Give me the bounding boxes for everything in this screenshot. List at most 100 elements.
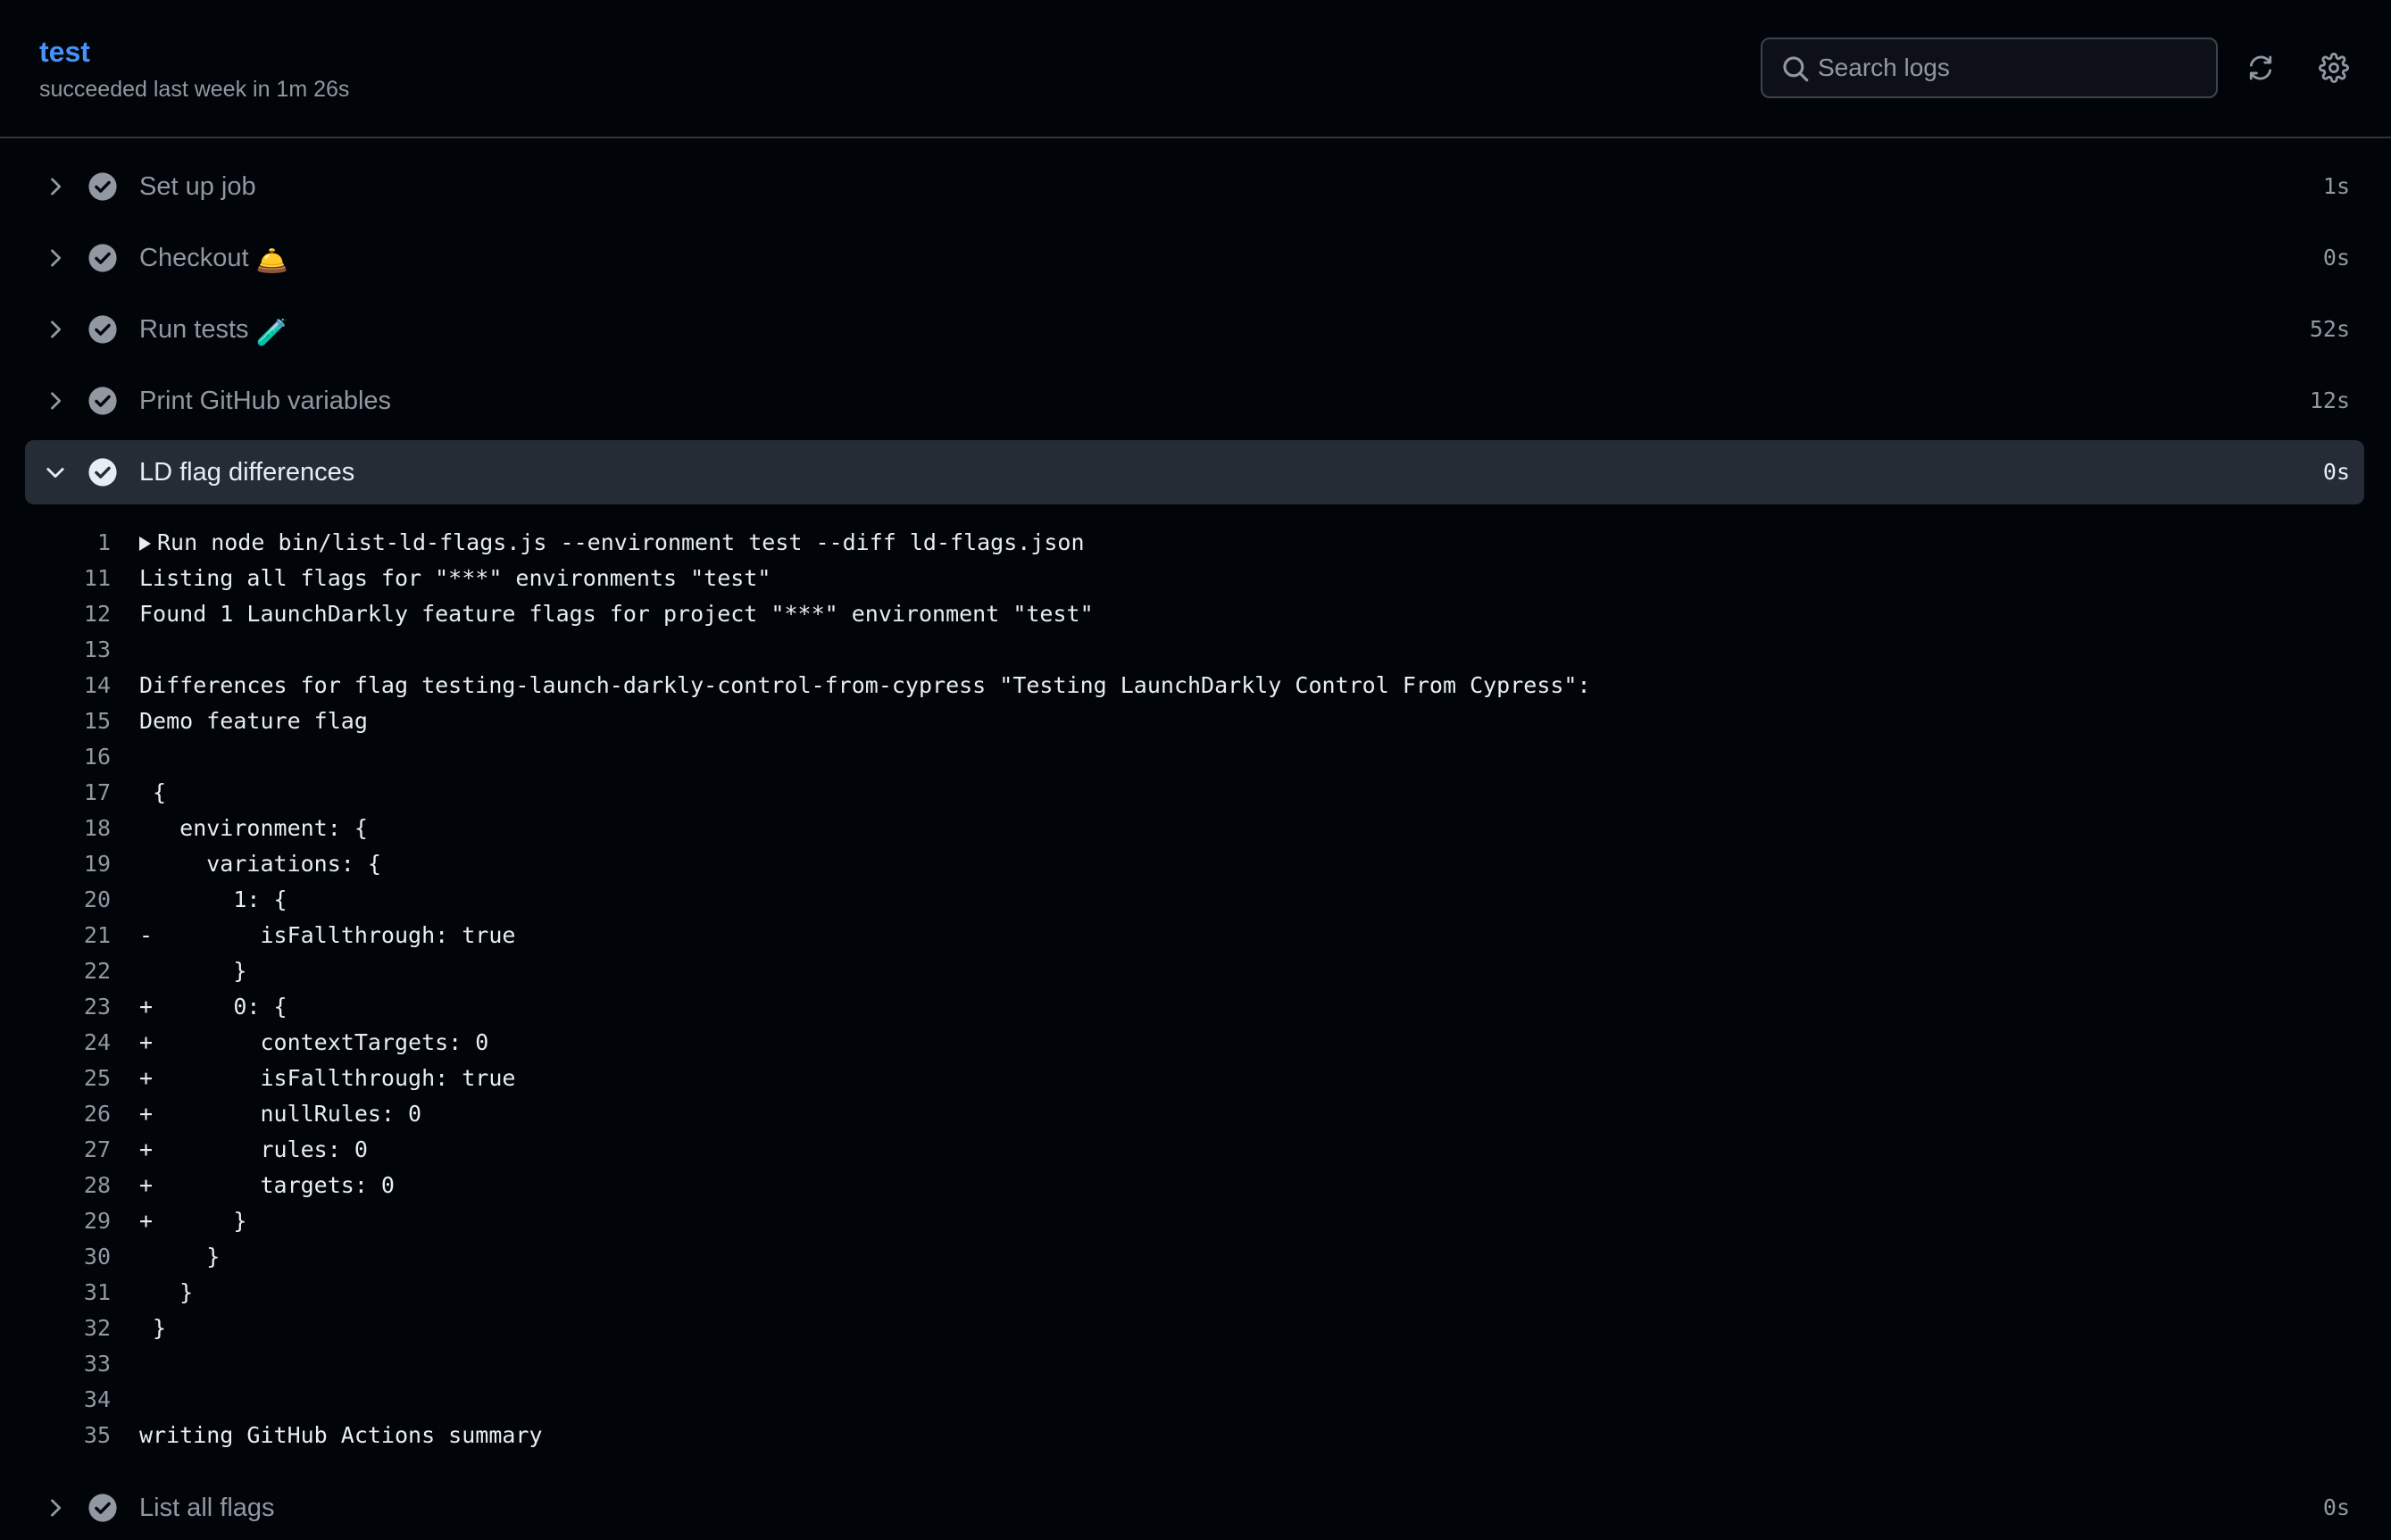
job-status-text: succeeded last week in 1m 26s [39,77,350,102]
log-line-number[interactable]: 35 [0,1418,111,1453]
log-line-content: Found 1 LaunchDarkly feature flags for p… [139,601,1094,627]
log-line-content: + } [139,1208,247,1234]
log-line-content: } [139,958,247,984]
search-logs-input[interactable] [1818,39,2202,96]
bellhop-bell-icon: 🛎️ [255,247,288,276]
log-line-number[interactable]: 13 [0,632,111,668]
log-line-text: + rules: 0 [139,1132,368,1168]
log-line-number[interactable]: 14 [0,668,111,703]
log-line-number[interactable]: 25 [0,1061,111,1096]
log-line-number[interactable]: 30 [0,1239,111,1275]
log-line: 32 } [0,1311,2391,1346]
log-line-content: { [139,779,167,805]
log-line: 18 environment: { [0,811,2391,846]
gear-icon [2319,53,2349,83]
log-line-content: + isFallthrough: true [139,1065,516,1091]
log-line-number[interactable]: 34 [0,1382,111,1418]
step-print-github-variables[interactable]: Print GitHub variables 12s [25,369,2364,433]
chevron-right-icon [51,392,62,410]
refresh-button[interactable] [2241,48,2280,87]
test-tube-icon: 🧪 [255,319,288,347]
log-line-text: + nullRules: 0 [139,1096,421,1132]
log-line-content: + 0: { [139,994,287,1020]
step-label: LD flag differences [139,458,355,487]
step-set-up-job[interactable]: Set up job 1s [25,154,2364,219]
log-line: 31 } [0,1275,2391,1311]
log-line: 30 } [0,1239,2391,1275]
log-line-number[interactable]: 1 [0,525,111,561]
log-line-content: + rules: 0 [139,1136,368,1162]
log-line-number[interactable]: 26 [0,1096,111,1132]
log-line-content: } [139,1279,194,1305]
log-line-number[interactable]: 20 [0,882,111,918]
log-line: 35 writing GitHub Actions summary [0,1418,2391,1453]
log-line-number[interactable]: 15 [0,703,111,739]
log-line-number[interactable]: 18 [0,811,111,846]
log-line-text: Found 1 LaunchDarkly feature flags for p… [139,596,1094,632]
log-line-number[interactable]: 22 [0,953,111,989]
log-line: 29 + } [0,1203,2391,1239]
log-line-number[interactable]: 23 [0,989,111,1025]
log-line-number[interactable]: 17 [0,775,111,811]
log-line-number[interactable]: 31 [0,1275,111,1311]
step-checkout[interactable]: Checkout 🛎️ 0s [25,226,2364,290]
log-line: 25 + isFallthrough: true [0,1061,2391,1096]
log-line-text[interactable]: Run node bin/list-ld-flags.js --environm… [139,525,1085,561]
chevron-right-icon [51,1499,62,1517]
search-logs-box[interactable] [1761,37,2218,98]
log-line-content: environment: { [139,815,368,841]
step-duration: 0s [2322,459,2350,485]
expand-triangle-icon[interactable] [139,537,151,551]
log-line: 13 [0,632,2391,668]
job-title[interactable]: test [39,34,90,70]
log-line-content: + targets: 0 [139,1172,395,1198]
log-line: 16 [0,739,2391,775]
log-line-content: + nullRules: 0 [139,1101,422,1127]
log-line: 27 + rules: 0 [0,1132,2391,1168]
chevron-right-icon [51,320,62,338]
log-line: 24 + contextTargets: 0 [0,1025,2391,1061]
log-line: 14 Differences for flag testing-launch-da… [0,668,2391,703]
log-line: 17 { [0,775,2391,811]
log-line-text: } [139,1239,220,1275]
step-duration: 52s [2309,316,2350,342]
log-line: 28 + targets: 0 [0,1168,2391,1203]
log-line-number[interactable]: 33 [0,1346,111,1382]
log-line-text: Differences for flag testing-launch-dark… [139,668,1591,703]
step-ld-flag-differences[interactable]: LD flag differences 0s [25,440,2364,504]
log-line-number[interactable]: 29 [0,1203,111,1239]
log-line: 20 1: { [0,882,2391,918]
log-line-number[interactable]: 32 [0,1311,111,1346]
step-list-all-flags[interactable]: List all flags 0s [25,1476,2364,1540]
log-line: 26 + nullRules: 0 [0,1096,2391,1132]
log-line-text: } [139,953,246,989]
settings-button[interactable] [2314,48,2354,87]
log-line-text: } [139,1311,166,1346]
log-line-number[interactable]: 19 [0,846,111,882]
step-run-tests[interactable]: Run tests 🧪 52s [25,297,2364,362]
log-line-content: variations: { [139,851,381,877]
log-line-number[interactable]: 27 [0,1132,111,1168]
chevron-right-icon [51,178,62,196]
log-line: 33 [0,1346,2391,1382]
log-line-number[interactable]: 28 [0,1168,111,1203]
step-duration: 0s [2322,1494,2350,1520]
check-circle-icon [88,315,117,344]
log-line-text: { [139,775,166,811]
log-line-number[interactable]: 24 [0,1025,111,1061]
log-line-content: Differences for flag testing-launch-dark… [139,672,1591,698]
log-line: 22 } [0,953,2391,989]
log-line-content: Demo feature flag [139,708,368,734]
log-line-text: Demo feature flag [139,703,368,739]
log-line-number[interactable]: 12 [0,596,111,632]
log-line: 34 [0,1382,2391,1418]
log-line-content: } [139,1244,221,1269]
log-line-text: + isFallthrough: true [139,1061,515,1096]
check-circle-icon [88,244,117,272]
log-line-number[interactable]: 16 [0,739,111,775]
log-line-number[interactable]: 11 [0,561,111,596]
log-line-content: writing GitHub Actions summary [139,1422,543,1448]
log-line-number[interactable]: 21 [0,918,111,953]
step-label: Print GitHub variables [139,387,392,415]
check-circle-icon [88,387,117,415]
